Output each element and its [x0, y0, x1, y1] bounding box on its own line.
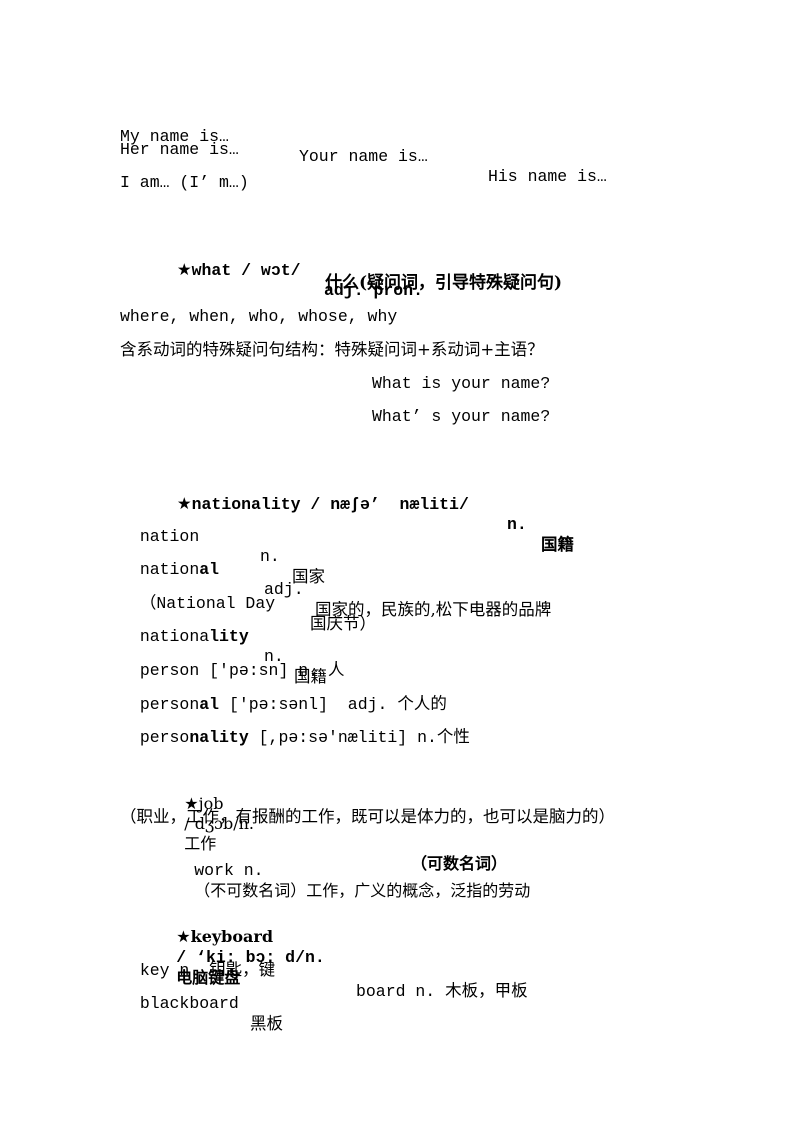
entry-pos: n.: [417, 728, 437, 747]
board-word: board n.: [356, 982, 436, 1001]
intro-line-2: Her name is…: [120, 140, 239, 159]
entry-pos: n.: [260, 547, 280, 566]
what-heading: ★what / wɔt/ adj. pron.: [157, 240, 423, 301]
his-name-text: His name is…: [488, 167, 607, 186]
blackboard-meaning: 黑板: [250, 1014, 283, 1033]
blackboard-line: blackboard 黑板: [120, 974, 283, 1034]
nationality-word: nationality: [191, 495, 301, 514]
work-word: work n.: [194, 861, 264, 880]
entry-stem: perso: [139, 728, 190, 747]
star-icon: ★: [176, 260, 192, 279]
work-meaning: （不可数名词）工作，广义的概念，泛指的劳动: [194, 881, 531, 900]
what-structure: 含系动词的特殊疑问句结构：特殊疑问词+系动词+主语？: [120, 340, 544, 359]
nationality-meaning: 国籍: [541, 535, 574, 554]
entry-phonetic: [,pə:sə'næliti]: [258, 728, 408, 747]
what-related-words: where, when, who, whose, why: [120, 307, 398, 326]
entry-meaning: 个性: [436, 727, 470, 746]
your-name-text: Your name is…: [299, 147, 428, 166]
board-entry: board n. 木板，甲板: [356, 981, 528, 1002]
what-example-1: What is your name?: [372, 374, 551, 393]
board-meaning: 木板，甲板: [445, 981, 528, 1000]
job-explanation: （职业，工作，有报酬的工作，既可以是体力的，也可以是脑力的）: [120, 807, 615, 826]
national-day-cn: 国庆节）: [310, 614, 376, 633]
job-work-line: work n. （不可数名词）工作，广义的概念，泛指的劳动: [175, 840, 530, 901]
nationality-pos: n.: [507, 515, 527, 534]
entry-suffix: nality: [189, 728, 249, 747]
what-example-2: What’ s your name?: [372, 407, 551, 426]
what-phonetic: / wɔt/: [231, 261, 301, 280]
what-meaning: 什么(疑问词，引导特殊疑问句): [325, 273, 563, 293]
entry-personality: personality [,pə:sə'næliti] n.个性: [120, 707, 470, 748]
nationality-phonetic: / næʃə’ næliti/: [300, 495, 469, 514]
blackboard-word: blackboard: [139, 994, 239, 1013]
intro-line-3: I am… (I’ m…): [120, 173, 249, 192]
what-word: what: [191, 261, 232, 280]
